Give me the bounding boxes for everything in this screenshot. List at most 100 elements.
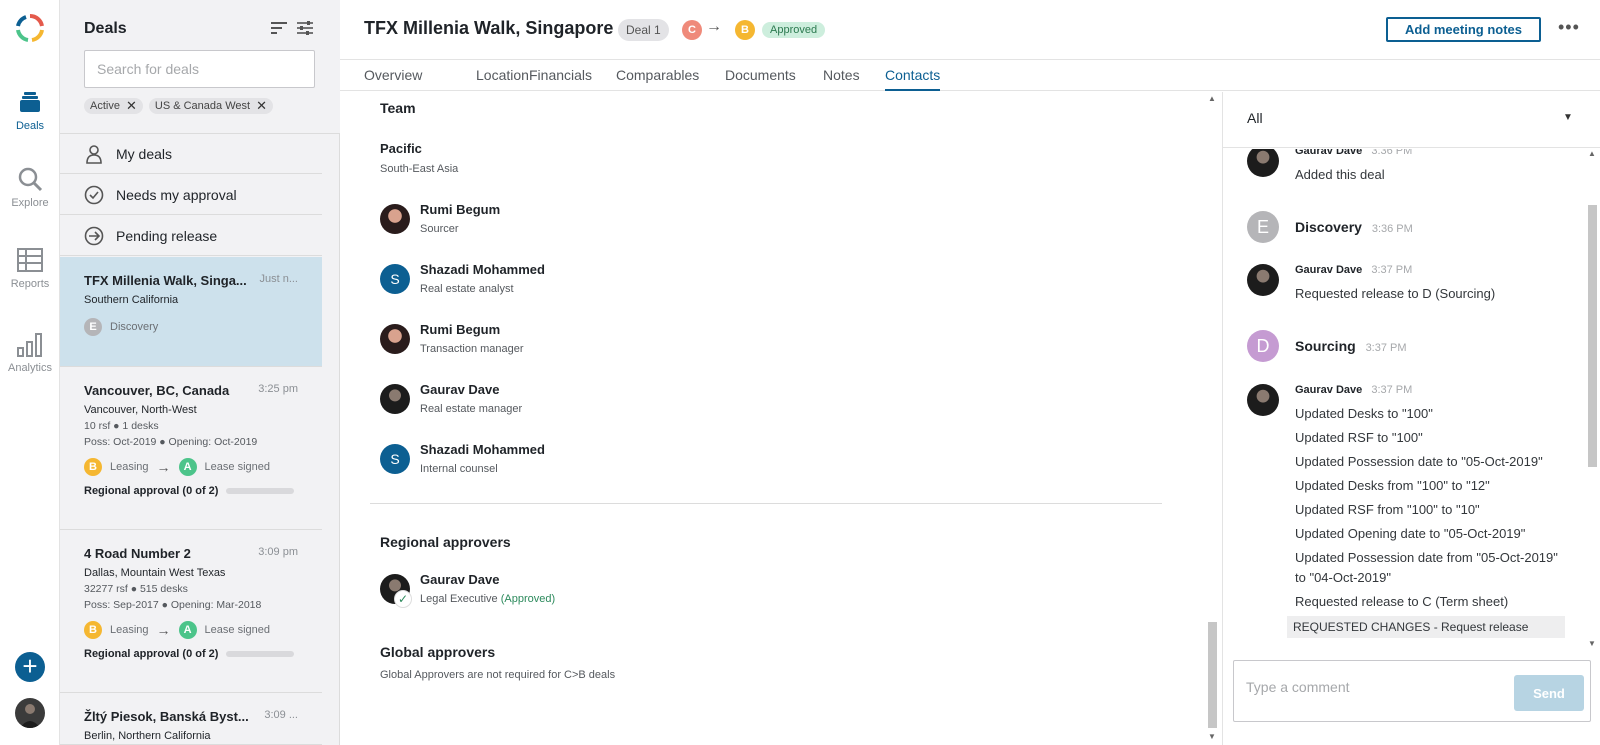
team-group-region: South-East Asia: [380, 163, 459, 175]
reports-table-icon: [17, 248, 43, 272]
user-avatar[interactable]: [15, 698, 45, 728]
contact-name: Gaurav Dave: [420, 572, 500, 587]
deal-card-time: 3:09 ...: [264, 709, 298, 721]
quick-filter-label: Pending release: [116, 227, 218, 244]
activity-line: Updated Possession date to "05-Oct-2019": [1295, 454, 1543, 469]
deal-search-input[interactable]: [84, 50, 315, 88]
activity-stage-label: Discovery: [1295, 219, 1362, 235]
activity-entry: Gaurav Dave 3:36 PM Added this deal: [1247, 149, 1567, 197]
deal-tabs: Overview Location Financials Comparables…: [340, 60, 1600, 91]
add-meeting-notes-button[interactable]: Add meeting notes: [1386, 17, 1541, 42]
deal-card-approval-label: Regional approval (0 of 2): [84, 648, 219, 660]
activity-filter-select[interactable]: All ▼: [1223, 92, 1600, 148]
sort-icon[interactable]: [270, 20, 288, 36]
nav-analytics-label: Analytics: [7, 362, 53, 374]
scroll-up-icon[interactable]: ▲: [1588, 149, 1596, 158]
stage-badge-b: B: [735, 20, 755, 40]
activity-lines: Requested release to D (Sourcing): [1295, 284, 1565, 308]
activity-line: Requested release to C (Term sheet): [1295, 594, 1509, 609]
nav-explore[interactable]: Explore: [0, 165, 60, 209]
approval-status: (Approved): [500, 593, 556, 605]
filter-chip-region[interactable]: US & Canada West ✕: [148, 98, 273, 114]
quick-filter-label: My deals: [116, 145, 173, 162]
app-logo-icon[interactable]: [14, 12, 46, 44]
send-button[interactable]: Send: [1514, 675, 1584, 711]
deals-panel-header: Deals Active ✕ US & Canada West ✕: [60, 0, 340, 134]
nav-reports[interactable]: Reports: [0, 246, 60, 290]
stage-badge-e: E: [1247, 211, 1279, 243]
contact-person[interactable]: Rumi Begum Sourcer: [380, 202, 500, 235]
tab-overview[interactable]: Overview: [364, 67, 422, 89]
tab-location[interactable]: Location: [476, 67, 529, 89]
add-deal-button[interactable]: +: [15, 652, 45, 682]
deal-card-tfx-millenia[interactable]: TFX Millenia Walk, Singa... Just n... So…: [60, 257, 322, 367]
contact-name: Shazadi Mohammed: [420, 442, 545, 457]
deal-card-to-stage: Lease signed: [204, 624, 270, 636]
deal-card-road-number[interactable]: 4 Road Number 2 3:09 pm Dallas, Mountain…: [60, 530, 322, 693]
stage-badge-b: B: [84, 621, 102, 639]
scroll-up-icon[interactable]: ▲: [1208, 94, 1216, 103]
deal-card-location: Berlin, Northern California: [84, 730, 211, 742]
deal-card-approval: Regional approval (0 of 2): [84, 485, 298, 497]
requested-changes-note: REQUESTED CHANGES - Request release: [1287, 616, 1565, 638]
person-icon: [86, 144, 102, 164]
deal-card-vancouver[interactable]: Vancouver, BC, Canada 3:25 pm Vancouver,…: [60, 367, 322, 530]
deal-card-from-stage: Leasing: [110, 624, 149, 636]
contact-role: Real estate manager: [420, 403, 523, 415]
activity-time: 3:37 PM: [1371, 264, 1413, 276]
tab-notes[interactable]: Notes: [823, 67, 860, 89]
stage-badge-a: A: [178, 458, 197, 476]
activity-scrollbar[interactable]: ▲ ▼: [1585, 149, 1599, 653]
contact-person[interactable]: Gaurav Dave Real estate manager: [380, 382, 522, 415]
contact-role: Legal Executive (Approved): [420, 593, 555, 605]
deal-card-size: 10 rsf ● 1 desks: [84, 420, 159, 432]
activity-author: Gaurav Dave 3:37 PM: [1295, 384, 1412, 396]
check-circle-icon: [84, 185, 104, 204]
nav-deals[interactable]: Deals: [0, 88, 60, 132]
activity-author: Gaurav Dave 3:37 PM: [1295, 264, 1412, 276]
section-divider: [370, 503, 1162, 504]
quick-filter-my-deals[interactable]: My deals: [60, 134, 322, 174]
tab-financials[interactable]: Financials: [529, 67, 592, 89]
regional-approver[interactable]: ✓ Gaurav Dave Legal Executive (Approved): [380, 572, 555, 608]
explore-magnifier-icon: [18, 167, 43, 192]
tab-comparables[interactable]: Comparables: [616, 67, 699, 89]
close-icon[interactable]: ✕: [256, 98, 267, 114]
quick-filter-needs-approval[interactable]: Needs my approval: [60, 175, 322, 215]
deal-card-stage-transition: B Leasing → A Lease signed: [84, 621, 298, 639]
tab-documents[interactable]: Documents: [725, 67, 796, 89]
deal-card-size: 32277 rsf ● 515 desks: [84, 583, 188, 595]
close-icon[interactable]: ✕: [126, 98, 137, 114]
deal-card-stage-label: Discovery: [110, 321, 159, 333]
scroll-down-icon[interactable]: ▼: [1588, 639, 1596, 648]
arrow-circle-icon: [84, 226, 104, 245]
scroll-down-icon[interactable]: ▼: [1208, 732, 1216, 741]
avatar: [380, 384, 410, 414]
activity-stage-entry: D Sourcing 3:37 PM: [1247, 330, 1567, 366]
caret-down-icon: ▼: [1563, 112, 1573, 123]
quick-filter-pending-release[interactable]: Pending release: [60, 216, 322, 256]
more-options-icon[interactable]: •••: [1558, 17, 1580, 38]
activity-line: Updated RSF to "100": [1295, 430, 1423, 445]
deal-card-zlty-piesok[interactable]: Žltý Piesok, Banská Byst... 3:09 ... Ber…: [60, 693, 322, 745]
nav-analytics[interactable]: Analytics: [0, 330, 60, 374]
arrow-right-icon: →: [156, 459, 171, 475]
approved-check-icon: ✓: [394, 590, 412, 608]
deal-number-pill: Deal 1: [618, 19, 669, 41]
contact-person[interactable]: S Shazadi Mohammed Internal counsel: [380, 442, 545, 475]
deal-title: TFX Millenia Walk, Singapore: [364, 18, 614, 38]
contacts-scrollbar[interactable]: ▲ ▼: [1205, 92, 1219, 745]
activity-scrollbar-thumb[interactable]: [1588, 205, 1597, 467]
contact-role: Real estate analyst: [420, 283, 514, 295]
comment-input[interactable]: [1246, 679, 1486, 695]
contact-person[interactable]: Rumi Begum Transaction manager: [380, 322, 524, 355]
tab-contacts[interactable]: Contacts: [885, 67, 941, 91]
contact-person[interactable]: S Shazadi Mohammed Real estate analyst: [380, 262, 545, 295]
team-heading: Team: [380, 100, 416, 116]
filter-sliders-icon[interactable]: [296, 20, 314, 36]
deal-card-time: 3:25 pm: [258, 383, 298, 395]
contacts-scrollbar-thumb[interactable]: [1208, 622, 1217, 728]
deal-card-approval-label: Regional approval (0 of 2): [84, 485, 219, 497]
filter-chip-active[interactable]: Active ✕: [84, 98, 143, 114]
contact-name: Rumi Begum: [420, 202, 501, 217]
